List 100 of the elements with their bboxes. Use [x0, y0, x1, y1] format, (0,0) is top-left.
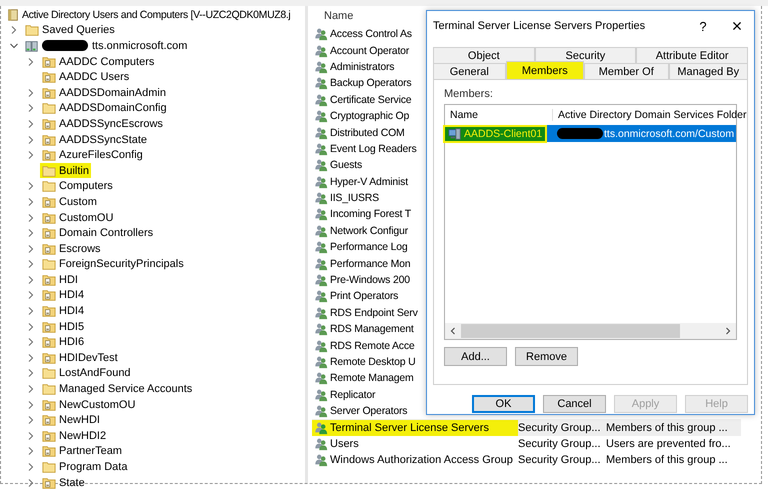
- tree-item[interactable]: Custom: [40, 194, 99, 210]
- tree-item[interactable]: LostAndFound: [40, 366, 133, 381]
- chevron-right-icon[interactable]: [27, 463, 35, 472]
- chevron-right-icon[interactable]: [27, 369, 35, 378]
- tab[interactable]: Managed By: [668, 63, 748, 79]
- group-item[interactable]: Server Operators: [312, 403, 410, 420]
- tree-item[interactable]: Domain Controllers: [40, 226, 156, 241]
- chevron-right-icon[interactable]: [27, 447, 35, 456]
- chevron-right-icon[interactable]: [27, 151, 35, 160]
- tree-item[interactable]: NewCustomOU: [40, 397, 138, 412]
- group-item[interactable]: Cryptographic Op: [312, 108, 412, 124]
- chevron-right-icon[interactable]: [27, 307, 35, 316]
- group-item[interactable]: Users: [312, 436, 518, 452]
- chevron-right-icon[interactable]: [27, 244, 35, 253]
- tree-item[interactable]: AADDC Computers: [40, 54, 156, 70]
- tree-item[interactable]: Program Data: [40, 460, 130, 475]
- chevron-right-icon[interactable]: [27, 385, 35, 394]
- chevron-right-icon[interactable]: [27, 214, 35, 222]
- chevron-right-icon[interactable]: [27, 354, 35, 362]
- tree-item[interactable]: tts.onmicrosoft.com: [23, 38, 190, 54]
- column-header[interactable]: Name: [445, 109, 553, 121]
- help-button[interactable]: ?: [686, 12, 720, 40]
- tree-item[interactable]: AADDSSyncState: [40, 132, 150, 148]
- tab[interactable]: Security: [534, 47, 636, 63]
- chevron-right-icon[interactable]: [27, 120, 35, 128]
- tree-item[interactable]: PartnerTeam: [40, 444, 124, 459]
- chevron-right-icon[interactable]: [27, 478, 35, 487]
- chevron-right-icon[interactable]: [27, 104, 35, 112]
- tree-item[interactable]: AADDSDomainAdmin: [40, 85, 168, 100]
- chevron-down-icon[interactable]: [10, 42, 18, 50]
- tree-item[interactable]: AzureFilesConfig: [40, 148, 145, 163]
- chevron-right-icon[interactable]: [27, 400, 35, 409]
- group-item[interactable]: Pre-Windows 200: [312, 272, 412, 288]
- tree-item[interactable]: State: [40, 475, 87, 489]
- tree-item[interactable]: Saved Queries: [23, 22, 117, 38]
- scroll-right-icon[interactable]: [724, 327, 732, 335]
- chevron-right-icon[interactable]: [27, 229, 35, 238]
- tree-item[interactable]: AADDSSyncEscrows: [40, 116, 165, 132]
- tab[interactable]: Object: [433, 47, 535, 63]
- chevron-right-icon[interactable]: [27, 260, 35, 268]
- group-item[interactable]: RDS Remote Acce: [312, 338, 417, 354]
- tree-item[interactable]: HDI4: [40, 304, 86, 319]
- group-item[interactable]: RDS Endpoint Serv: [312, 304, 420, 321]
- group-item[interactable]: Remote Managem: [312, 370, 416, 386]
- tree-item[interactable]: NewHDI: [40, 412, 102, 428]
- group-item[interactable]: Hyper-V Administ: [312, 174, 410, 190]
- member-name[interactable]: AADDS-Client01: [445, 126, 546, 140]
- column-header[interactable]: Active Directory Domain Services Folder: [553, 109, 746, 121]
- chevron-right-icon[interactable]: [27, 198, 35, 206]
- group-item[interactable]: Replicator: [312, 386, 378, 403]
- group-item[interactable]: IIS_IUSRS: [312, 190, 381, 206]
- tree-item[interactable]: CustomOU: [40, 210, 116, 226]
- chevron-right-icon[interactable]: [27, 276, 35, 284]
- tree-root-label[interactable]: Active Directory Users and Computers [V--UZC2QDK0MUZ8.j: [22, 8, 290, 21]
- scroll-left-icon[interactable]: [449, 327, 457, 335]
- tab[interactable]: Attribute Editor: [636, 47, 748, 63]
- group-item[interactable]: Administrators: [312, 58, 396, 75]
- tree-item[interactable]: Builtin: [40, 163, 91, 178]
- tree-item[interactable]: HDI6: [40, 334, 86, 350]
- group-item[interactable]: Performance Mon: [312, 256, 412, 272]
- column-header[interactable]: Name: [324, 10, 354, 22]
- group-item[interactable]: Print Operators: [312, 288, 400, 304]
- list-button[interactable]: Add...: [444, 347, 507, 366]
- tree-item[interactable]: Managed Service Accounts: [40, 382, 194, 397]
- close-button[interactable]: ×: [720, 12, 754, 40]
- chevron-right-icon[interactable]: [27, 88, 35, 97]
- group-item[interactable]: Windows Authorization Access Group: [312, 452, 518, 468]
- chevron-right-icon[interactable]: [27, 416, 35, 424]
- tree-item[interactable]: HDI: [40, 272, 80, 288]
- group-item[interactable]: Access Control As: [312, 26, 414, 42]
- scroll-thumb[interactable]: [461, 324, 680, 338]
- group-item[interactable]: Performance Log: [312, 239, 410, 256]
- group-item[interactable]: Incoming Forest T: [312, 206, 414, 222]
- tree-item[interactable]: HDI4: [40, 288, 86, 303]
- tab[interactable]: General: [433, 63, 506, 79]
- chevron-right-icon[interactable]: [27, 58, 35, 66]
- dialog-button[interactable]: OK: [472, 395, 535, 413]
- chevron-right-icon[interactable]: [27, 338, 35, 346]
- tab[interactable]: Member Of: [584, 63, 668, 79]
- tree-item[interactable]: AADDSDomainConfig: [40, 100, 169, 116]
- horizontal-scrollbar[interactable]: [445, 323, 736, 339]
- group-item[interactable]: Network Configur: [312, 222, 410, 239]
- selected-row[interactable]: AADDS-Client01 tts.onmicrosoft.com/Custom: [445, 125, 736, 142]
- tree-item[interactable]: AADDC Users: [40, 70, 132, 85]
- chevron-right-icon[interactable]: [27, 432, 35, 440]
- dialog-button[interactable]: Cancel: [543, 395, 606, 413]
- tree-item[interactable]: HDIDevTest: [40, 350, 120, 366]
- list-button[interactable]: Remove: [515, 347, 578, 366]
- group-item[interactable]: Account Operator: [312, 42, 412, 59]
- group-item[interactable]: Backup Operators: [312, 75, 414, 92]
- tree-item[interactable]: HDI5: [40, 319, 86, 334]
- tree-item[interactable]: ForeignSecurityPrincipals: [40, 256, 186, 272]
- chevron-right-icon[interactable]: [27, 136, 35, 144]
- group-item[interactable]: Event Log Readers: [312, 140, 418, 157]
- tree-item[interactable]: Computers: [40, 178, 115, 194]
- group-item[interactable]: RDS Management: [312, 321, 416, 338]
- group-item[interactable]: Terminal Server License Servers: [312, 420, 518, 436]
- tab[interactable]: Members: [506, 61, 584, 79]
- group-item[interactable]: Remote Desktop U: [312, 354, 418, 370]
- group-item[interactable]: Certificate Service: [312, 92, 414, 108]
